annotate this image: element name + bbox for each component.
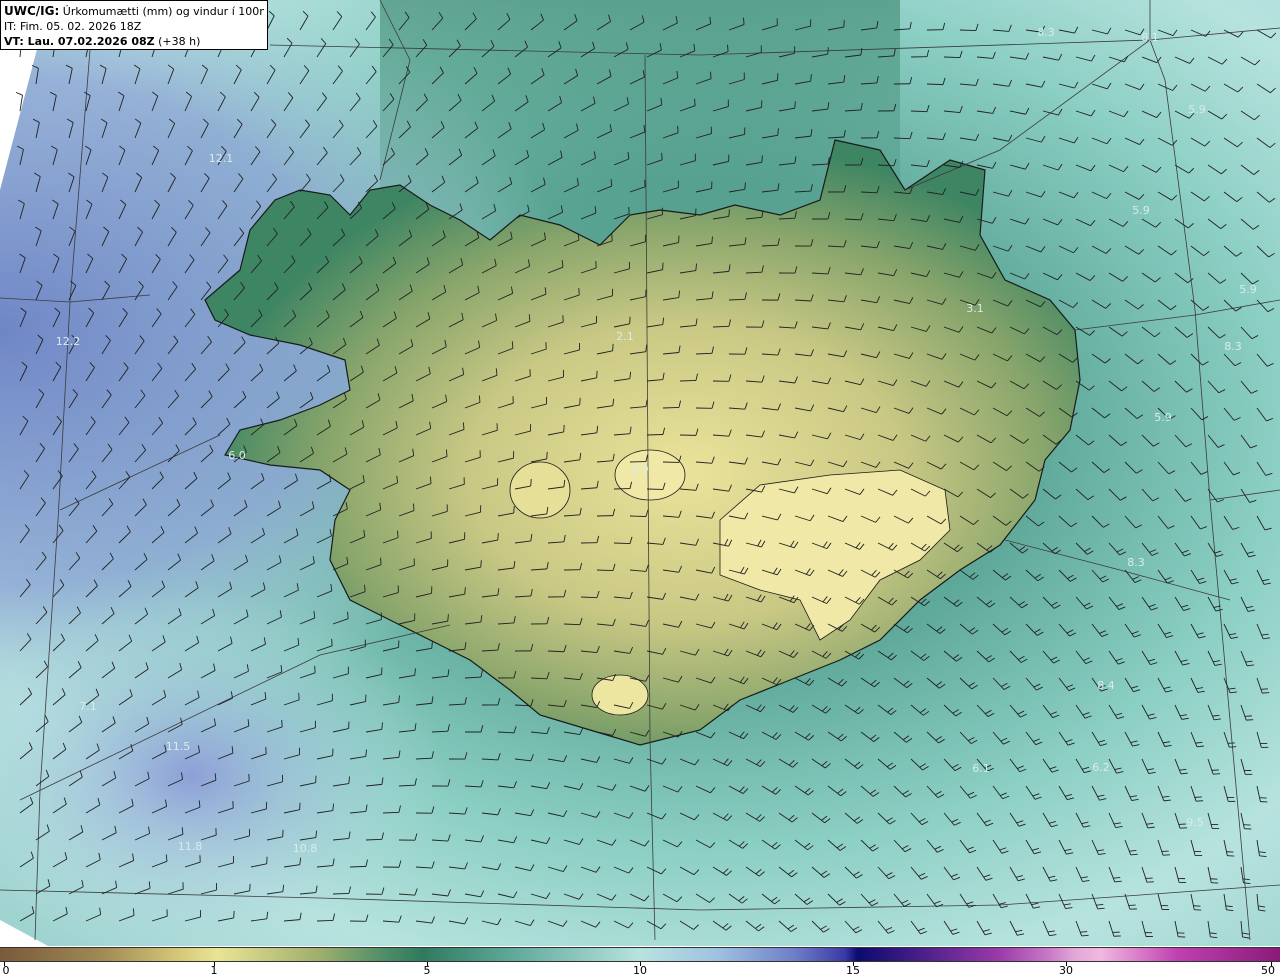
value-label: 8.3 <box>1037 26 1055 39</box>
forecast-hour: (+38 h) <box>154 35 201 48</box>
value-label: 5.9 <box>1239 283 1257 296</box>
issue-time: IT: Fim. 05. 02. 2026 18Z <box>4 20 142 33</box>
map-legend: UWC/IG: Úrkomumætti (mm) og vindur í 100… <box>0 0 268 50</box>
value-label: 8.4 <box>1097 679 1115 692</box>
colorbar-strip <box>0 947 1280 962</box>
value-label: 8.1 <box>1141 31 1159 44</box>
colorbar-tick-label: 15 <box>846 964 860 977</box>
value-label: 5.9 <box>1132 204 1150 217</box>
value-label: 6.2 <box>1092 761 1110 774</box>
value-label: 6.1 <box>972 762 990 775</box>
colorbar-tick-label: 10 <box>633 964 647 977</box>
value-label: 11.8 <box>178 840 203 853</box>
colorbar-tick-label: 5 <box>423 964 431 977</box>
valid-time-label: VT: Lau. 07.02.2026 08Z <box>4 35 155 48</box>
value-label: 12.2 <box>56 335 81 348</box>
value-label: 3.1 <box>966 302 984 315</box>
legend-title: UWC/IG: Úrkomumætti (mm) og vindur í 100… <box>4 4 264 19</box>
colorbar-tick-label: 1 <box>210 964 218 977</box>
value-label: 5.9 <box>1154 411 1172 424</box>
value-label: 12.1 <box>209 152 234 165</box>
wind-barb <box>15 91 23 112</box>
model-name: UWC/IG: <box>4 4 60 18</box>
value-label: 11.5 <box>166 740 191 753</box>
valid-time: VT: Lau. 07.02.2026 08Z (+38 h) <box>4 34 264 49</box>
value-label: 0.9 <box>631 463 649 476</box>
value-label: 7.1 <box>79 700 97 713</box>
value-label: 8.3 <box>1127 556 1145 569</box>
forecast-map: 12.1 12.2 6.0 3.1 2.1 0.9 5.9 5.9 5.9 8.3 5.9 8.3 8.… <box>0 0 1280 946</box>
value-label: 6.0 <box>228 449 246 462</box>
colorbar-tick-label: 30 <box>1059 964 1073 977</box>
colorbar-tick-label: 0 <box>2 964 10 977</box>
value-label: 10.8 <box>293 842 318 855</box>
value-label: 2.1 <box>616 330 634 343</box>
parameter-description: Úrkomumætti (mm) og vindur í 100m hæð <box>62 5 264 18</box>
value-label: 9.5 <box>1186 816 1204 829</box>
map-canvas: 12.1 12.2 6.0 3.1 2.1 0.9 5.9 5.9 5.9 8.3 5.9 8.3 8.… <box>0 0 1280 946</box>
value-label: 8.3 <box>1224 340 1242 353</box>
colorbar-tick-label: 50 <box>1261 964 1275 977</box>
value-label: 5.9 <box>1188 103 1206 116</box>
precipitation-colorbar: 0 1 5 10 15 30 50 <box>0 946 1280 978</box>
